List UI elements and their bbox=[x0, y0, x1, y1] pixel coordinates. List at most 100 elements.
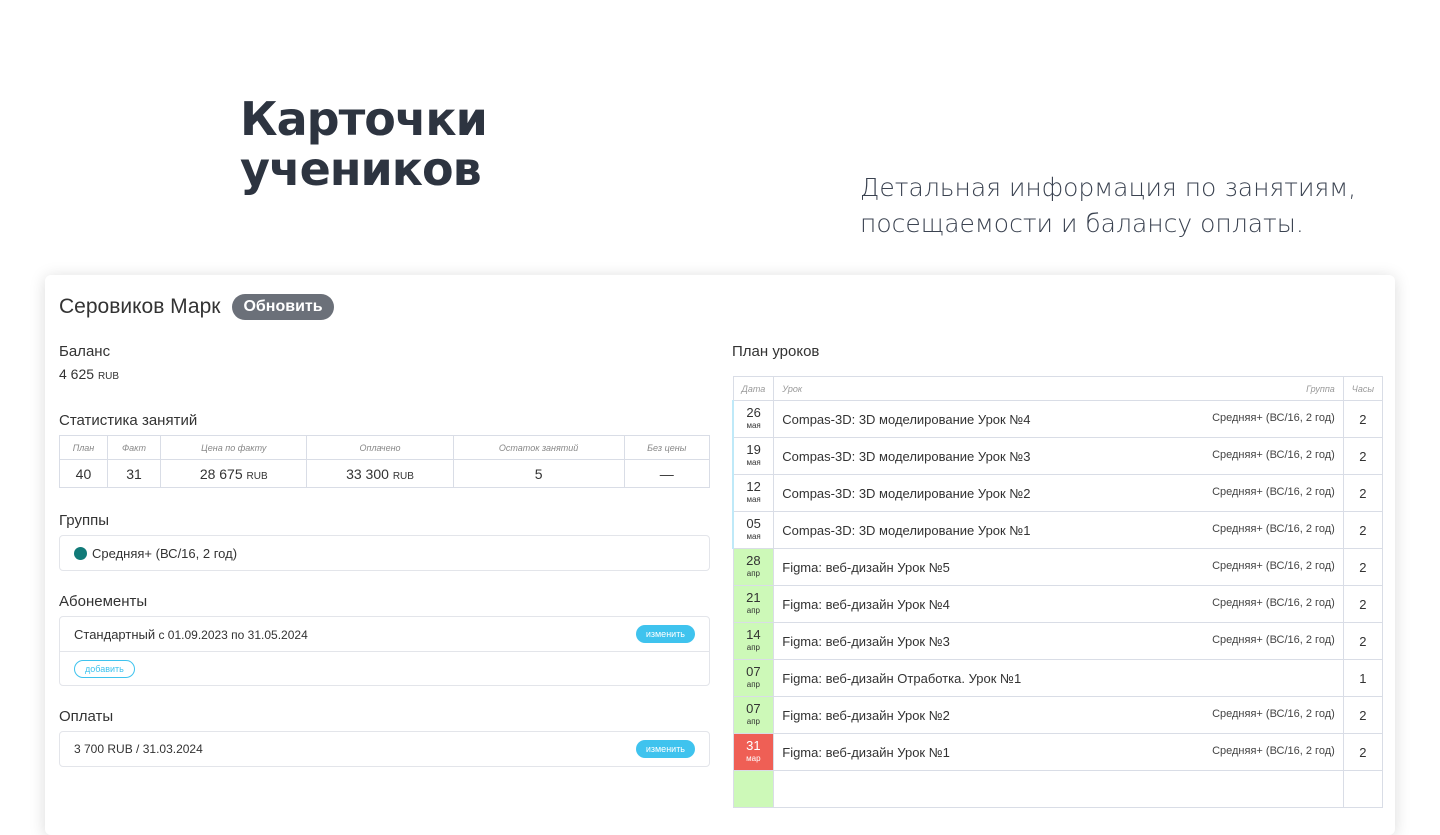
subscription-name: Стандартный bbox=[74, 626, 156, 642]
table-row[interactable]: 31 мар Figma: веб-дизайн Урок №1 Средняя+ … bbox=[732, 733, 1384, 771]
date-cell: 05 мая bbox=[732, 511, 775, 549]
stats-value-text: 31 bbox=[126, 465, 142, 482]
date-day: 14 bbox=[746, 627, 761, 642]
balance-amount: 4 625 bbox=[59, 366, 95, 382]
stats-value: 40 bbox=[59, 459, 108, 488]
edit-subscription-button[interactable]: изменить bbox=[635, 625, 695, 643]
currency: RUB bbox=[246, 470, 268, 482]
table-row[interactable]: 21 апр Figma: веб-дизайн Урок №4 Средняя+ … bbox=[732, 585, 1384, 623]
balance-value: 4 625 RUB bbox=[59, 366, 710, 382]
balance-currency: RUB bbox=[97, 371, 120, 382]
hours-cell: 2 bbox=[1342, 548, 1384, 586]
stats-value: 28 675 RUB bbox=[160, 459, 308, 488]
stats-header: План bbox=[59, 435, 108, 460]
stats-header: Факт bbox=[106, 435, 162, 460]
lesson-group: Средняя+ (ВС/16, 2 год) bbox=[1212, 485, 1335, 498]
date-day: 12 bbox=[746, 479, 761, 494]
subscriptions-box: Стандартный с 01.09.2023 по 31.05.2024 и… bbox=[59, 616, 710, 686]
table-row[interactable]: 26 мая Compas-3D: 3D моделирование Урок №… bbox=[732, 400, 1384, 438]
lesson-name: Compas-3D: 3D моделирование Урок №4 bbox=[782, 411, 1031, 427]
lesson-cell: Compas-3D: 3D моделирование Урок №2 Средн… bbox=[773, 474, 1344, 512]
payment-amount: 3 700 RUB bbox=[74, 742, 133, 756]
date-month: апр bbox=[746, 717, 760, 726]
lesson-cell: Figma: веб-дизайн Урок №1 Средняя+ (ВС/16… bbox=[773, 733, 1344, 771]
table-row[interactable]: 05 мая Compas-3D: 3D моделирование Урок №… bbox=[732, 511, 1384, 549]
subscriptions-label: Абонементы bbox=[59, 593, 148, 610]
lesson-name: Figma: веб-дизайн Урок №1 bbox=[782, 744, 950, 760]
date-cell: 28 апр bbox=[732, 548, 775, 586]
groups-box: Средняя+ (ВС/16, 2 год) bbox=[59, 535, 710, 571]
table-row[interactable]: 07 апр Figma: веб-дизайн Урок №2 Средняя+ … bbox=[732, 696, 1384, 734]
date-month: мая bbox=[746, 458, 761, 467]
date-cell: 19 мая bbox=[732, 437, 775, 475]
table-row[interactable]: 12 мая Compas-3D: 3D моделирование Урок №… bbox=[732, 474, 1384, 512]
stats-value-text: — bbox=[659, 465, 674, 482]
date-day: 31 bbox=[746, 738, 761, 753]
date-cell: 07 апр bbox=[732, 696, 775, 734]
stats-value-text: 5 bbox=[534, 465, 543, 482]
col-lesson: Урок Группа bbox=[773, 376, 1344, 401]
col-group-label: Группа bbox=[1306, 383, 1335, 394]
stats-value-text: 28 675 bbox=[199, 465, 243, 482]
stats-value-text: 33 300 bbox=[346, 465, 389, 482]
date-month: мая bbox=[746, 532, 761, 541]
student-name: Серовиков Марк bbox=[59, 295, 221, 318]
stats-value: — bbox=[623, 459, 711, 488]
lesson-name: Compas-3D: 3D моделирование Урок №3 bbox=[782, 448, 1031, 464]
lesson-name: Compas-3D: 3D моделирование Урок №1 bbox=[782, 522, 1031, 538]
group-name: Средняя+ (ВС/16, 2 год) bbox=[92, 545, 238, 561]
date-month: мая bbox=[746, 421, 761, 430]
refresh-button[interactable]: Обновить bbox=[232, 294, 334, 320]
col-hours: Часы bbox=[1342, 376, 1384, 401]
hero-subtitle-line: посещаемости и балансу оплаты. bbox=[860, 209, 1304, 238]
group-color-dot bbox=[74, 546, 87, 560]
stats-value: 5 bbox=[452, 459, 625, 488]
lesson-cell: Figma: веб-дизайн Отработка. Урок №1 bbox=[773, 659, 1344, 697]
hours-cell: 2 bbox=[1342, 696, 1384, 734]
payment-date: / 31.03.2024 bbox=[136, 742, 203, 756]
date-cell: 07 апр bbox=[732, 659, 775, 697]
left-column: Баланс 4 625 RUB Статистика занятий План… bbox=[59, 343, 711, 789]
table-row[interactable] bbox=[732, 770, 1384, 808]
hours-cell: 2 bbox=[1342, 437, 1384, 475]
lesson-group: Средняя+ (ВС/16, 2 год) bbox=[1212, 522, 1335, 535]
stats-value-text: 40 bbox=[75, 465, 92, 482]
hours-cell: 2 bbox=[1342, 733, 1384, 771]
lesson-name: Compas-3D: 3D моделирование Урок №2 bbox=[782, 485, 1031, 501]
table-row[interactable]: 28 апр Figma: веб-дизайн Урок №5 Средняя+ … bbox=[732, 548, 1384, 586]
student-card: Серовиков Марк Обновить Баланс 4 625 RUB… bbox=[45, 275, 1395, 835]
lesson-name: Figma: веб-дизайн Отработка. Урок №1 bbox=[782, 670, 1022, 686]
hero-title-line: Карточки bbox=[240, 92, 488, 146]
date-cell: 26 мая bbox=[732, 400, 775, 438]
lesson-group: Средняя+ (ВС/16, 2 год) bbox=[1212, 559, 1335, 572]
table-row[interactable]: 07 апр Figma: веб-дизайн Отработка. Урок … bbox=[732, 659, 1384, 697]
group-item[interactable]: Средняя+ (ВС/16, 2 год) bbox=[60, 536, 709, 570]
lesson-name: Figma: веб-дизайн Урок №4 bbox=[782, 596, 950, 612]
date-month: апр bbox=[746, 569, 760, 578]
edit-payment-button[interactable]: изменить bbox=[635, 740, 695, 758]
lesson-group: Средняя+ (ВС/16, 2 год) bbox=[1212, 411, 1335, 424]
date-day: 07 bbox=[746, 701, 761, 716]
table-row[interactable]: 14 апр Figma: веб-дизайн Урок №3 Средняя+ … bbox=[732, 622, 1384, 660]
hours-cell: 2 bbox=[1342, 622, 1384, 660]
table-row[interactable]: 19 мая Compas-3D: 3D моделирование Урок №… bbox=[732, 437, 1384, 475]
subscription-actions: добавить bbox=[60, 651, 709, 685]
date-day: 28 bbox=[746, 553, 761, 568]
hero-subtitle: Детальная информация по занятиям, посещае… bbox=[860, 170, 1356, 242]
table-header: Дата Урок Группа Часы bbox=[732, 376, 1384, 401]
lesson-group: Средняя+ (ВС/16, 2 год) bbox=[1212, 633, 1335, 646]
date-month: апр bbox=[746, 606, 760, 615]
stats-table: План Факт Цена по факту Оплачено Остаток зан… bbox=[59, 435, 711, 488]
stats-header: Остаток занятий bbox=[452, 435, 625, 460]
stats-value: 33 300 RUB bbox=[306, 459, 454, 488]
date-cell: 12 мая bbox=[732, 474, 775, 512]
date-day: 26 bbox=[746, 405, 761, 420]
col-lesson-label: Урок bbox=[782, 383, 803, 394]
add-subscription-button[interactable]: добавить bbox=[74, 659, 135, 678]
lesson-plan-table: Дата Урок Группа Часы 26 мая Compas-3D: 3D… bbox=[732, 376, 1384, 808]
date-day: 19 bbox=[746, 442, 761, 457]
lesson-group: Средняя+ (ВС/16, 2 год) bbox=[1212, 596, 1335, 609]
stats-header: Оплачено bbox=[306, 435, 454, 460]
right-column: План уроков Дата Урок Группа Часы 26 мая C… bbox=[732, 343, 1384, 808]
lesson-group: Средняя+ (ВС/16, 2 год) bbox=[1212, 448, 1335, 461]
